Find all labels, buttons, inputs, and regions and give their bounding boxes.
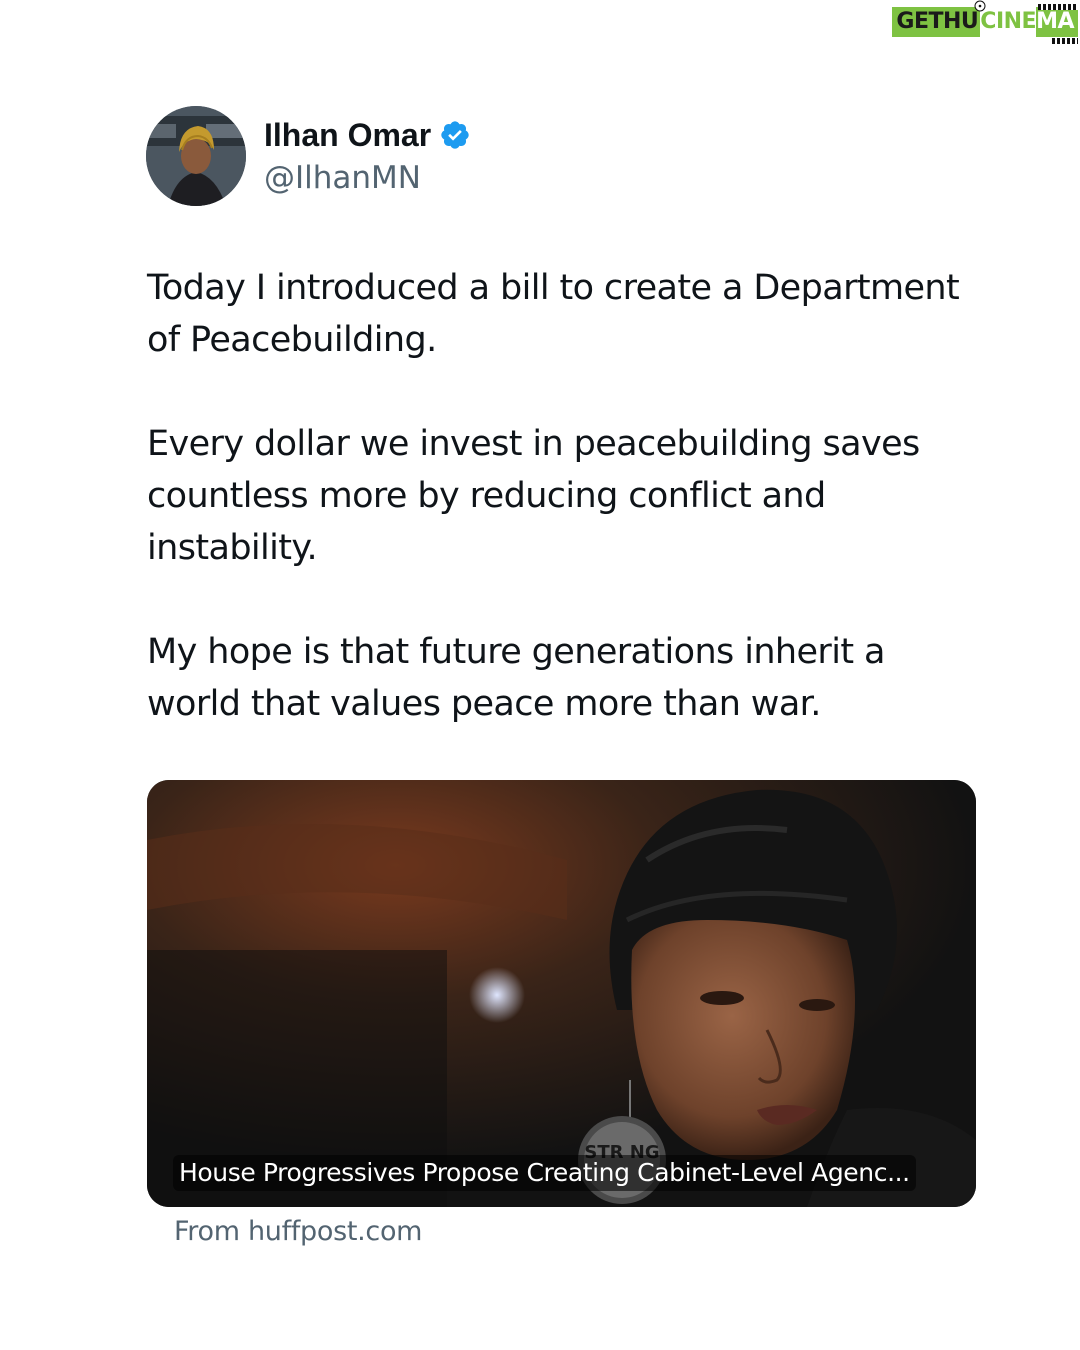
watermark-part-b: CINE xyxy=(980,7,1037,37)
link-card-headline[interactable]: House Progressives Propose Creating Cabi… xyxy=(173,1155,916,1191)
verified-badge-icon xyxy=(441,121,469,149)
watermark-part-a: GETHU xyxy=(892,7,981,37)
film-strip-icon xyxy=(1052,38,1078,44)
author-handle[interactable]: @IlhanMN xyxy=(264,160,471,196)
link-card[interactable]: STR NG House Progressives Propose Creati… xyxy=(147,780,976,1207)
film-strip-icon xyxy=(1038,4,1078,10)
tweet-paragraph: My hope is that future generations inher… xyxy=(147,632,885,724)
watermark-part-c: MA xyxy=(1036,7,1078,37)
tweet-paragraph: Every dollar we invest in peacebuilding … xyxy=(147,424,920,568)
profile-photo xyxy=(146,106,246,206)
link-source[interactable]: From huffpost.com xyxy=(174,1216,422,1247)
film-reel-icon xyxy=(974,0,986,12)
watermark-logo: GETHU CINE MA xyxy=(892,0,1078,44)
author-block: Ilhan Omar @IlhanMN xyxy=(264,112,471,196)
tweet-body: Today I introduced a bill to create a De… xyxy=(147,262,987,730)
link-card-image: STR NG xyxy=(147,780,976,1207)
avatar[interactable] xyxy=(146,106,246,206)
author-name-row: Ilhan Omar xyxy=(264,112,471,158)
author-name[interactable]: Ilhan Omar xyxy=(264,117,431,154)
tweet-paragraph: Today I introduced a bill to create a De… xyxy=(147,268,960,360)
